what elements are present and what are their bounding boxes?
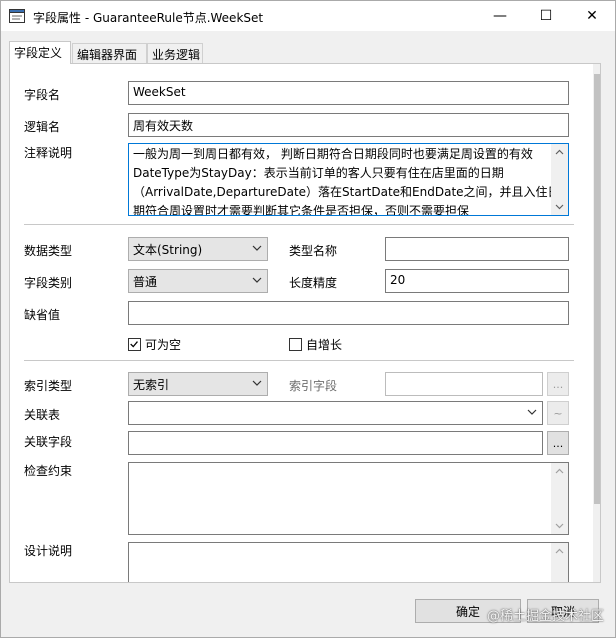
section-divider (24, 224, 574, 225)
scroll-down-icon[interactable] (555, 202, 564, 211)
chevron-down-icon (527, 409, 537, 415)
logic-name-input[interactable]: 周有效天数 (128, 113, 569, 137)
tab-editor-ui[interactable]: 编辑器界面 (72, 43, 147, 63)
minimize-icon: — (493, 8, 507, 24)
design-note-scrollbar[interactable] (551, 543, 568, 582)
maximize-icon: ☐ (539, 8, 553, 24)
app-window-icon (9, 9, 25, 23)
design-note-textarea[interactable] (128, 542, 569, 582)
check-constraint-scrollbar[interactable] (551, 463, 568, 534)
data-type-label: 数据类型 (24, 244, 73, 258)
minimize-button[interactable]: — (477, 1, 523, 31)
window-title: 字段属性 - GuaranteeRule节点.WeekSet (33, 11, 264, 25)
type-name-label: 类型名称 (289, 244, 338, 258)
comment-line: DateType为StayDay：表示当前订单的客人只要有住在店里面的日期 (133, 166, 504, 180)
check-constraint-label: 检查约束 (24, 464, 73, 478)
default-value-label: 缺省值 (24, 308, 61, 322)
checkbox-checked-icon (128, 338, 141, 351)
design-note-label: 设计说明 (24, 544, 73, 558)
related-field-browse-button[interactable]: ... (547, 431, 569, 455)
scroll-up-icon[interactable] (555, 148, 564, 157)
data-type-select[interactable]: 文本(String) (128, 237, 268, 261)
field-definition-panel: 字段名 WeekSet 逻辑名 周有效天数 注释说明 一般为周一到周日都有效， … (9, 63, 601, 583)
field-category-label: 字段类别 (24, 276, 73, 290)
related-table-label: 关联表 (24, 408, 61, 422)
scroll-up-icon[interactable] (555, 467, 564, 476)
close-icon: ✕ (586, 8, 598, 24)
close-button[interactable]: ✕ (569, 1, 615, 31)
type-name-input[interactable] (385, 237, 569, 261)
nullable-checkbox[interactable]: 可为空 (128, 336, 181, 353)
comment-line: （ArrivalDate,DepartureDate）落在StartDate和E… (133, 185, 560, 199)
panel-scrollbar-thumb[interactable] (594, 74, 600, 504)
title-bar[interactable]: 字段属性 - GuaranteeRule节点.WeekSet — ☐ ✕ (1, 1, 615, 31)
comment-label: 注释说明 (24, 146, 73, 160)
tab-field-definition[interactable]: 字段定义 (9, 41, 71, 64)
field-category-select[interactable]: 普通 (128, 269, 268, 293)
comment-line: 期符合周设置时才需要判断其它条件是否担保，否则不需要担保 (133, 204, 470, 216)
comment-line: 一般为周一到周日都有效， 判断日期符合日期段同时也要满足周设置的有效 (133, 147, 533, 161)
related-field-input[interactable] (128, 431, 543, 455)
watermark-text: @稀土掘金技术社区 (487, 609, 605, 624)
chevron-down-icon (252, 277, 262, 283)
related-table-select[interactable] (128, 401, 543, 425)
related-field-label: 关联字段 (24, 435, 73, 449)
dialog-window: 字段属性 - GuaranteeRule节点.WeekSet — ☐ ✕ 字段定… (0, 0, 616, 638)
comment-scrollbar[interactable] (551, 144, 568, 215)
chevron-down-icon (252, 245, 262, 251)
index-field-label: 索引字段 (289, 379, 338, 393)
length-precision-input[interactable]: 20 (385, 269, 569, 293)
index-field-browse-button[interactable]: ... (547, 372, 569, 396)
chevron-down-icon (252, 380, 262, 386)
scroll-down-icon[interactable] (555, 521, 564, 530)
check-constraint-textarea[interactable] (128, 462, 569, 535)
field-name-label: 字段名 (24, 88, 61, 102)
related-table-button[interactable]: ~ (547, 401, 569, 425)
default-value-input[interactable] (128, 301, 569, 325)
index-type-select[interactable]: 无索引 (128, 372, 268, 396)
section-divider (24, 360, 574, 361)
auto-increment-checkbox[interactable]: 自增长 (289, 336, 342, 353)
index-type-label: 索引类型 (24, 379, 73, 393)
tab-business-logic[interactable]: 业务逻辑 (147, 43, 203, 63)
comment-textarea[interactable]: 一般为周一到周日都有效， 判断日期符合日期段同时也要满足周设置的有效 DateT… (128, 143, 569, 216)
scroll-up-icon[interactable] (555, 547, 564, 556)
checkbox-unchecked-icon (289, 338, 302, 351)
panel-scrollbar[interactable] (593, 64, 600, 582)
field-name-input[interactable]: WeekSet (128, 81, 569, 105)
index-field-input[interactable] (385, 372, 543, 396)
maximize-button[interactable]: ☐ (523, 1, 569, 31)
logic-name-label: 逻辑名 (24, 120, 61, 134)
length-precision-label: 长度精度 (289, 276, 338, 290)
